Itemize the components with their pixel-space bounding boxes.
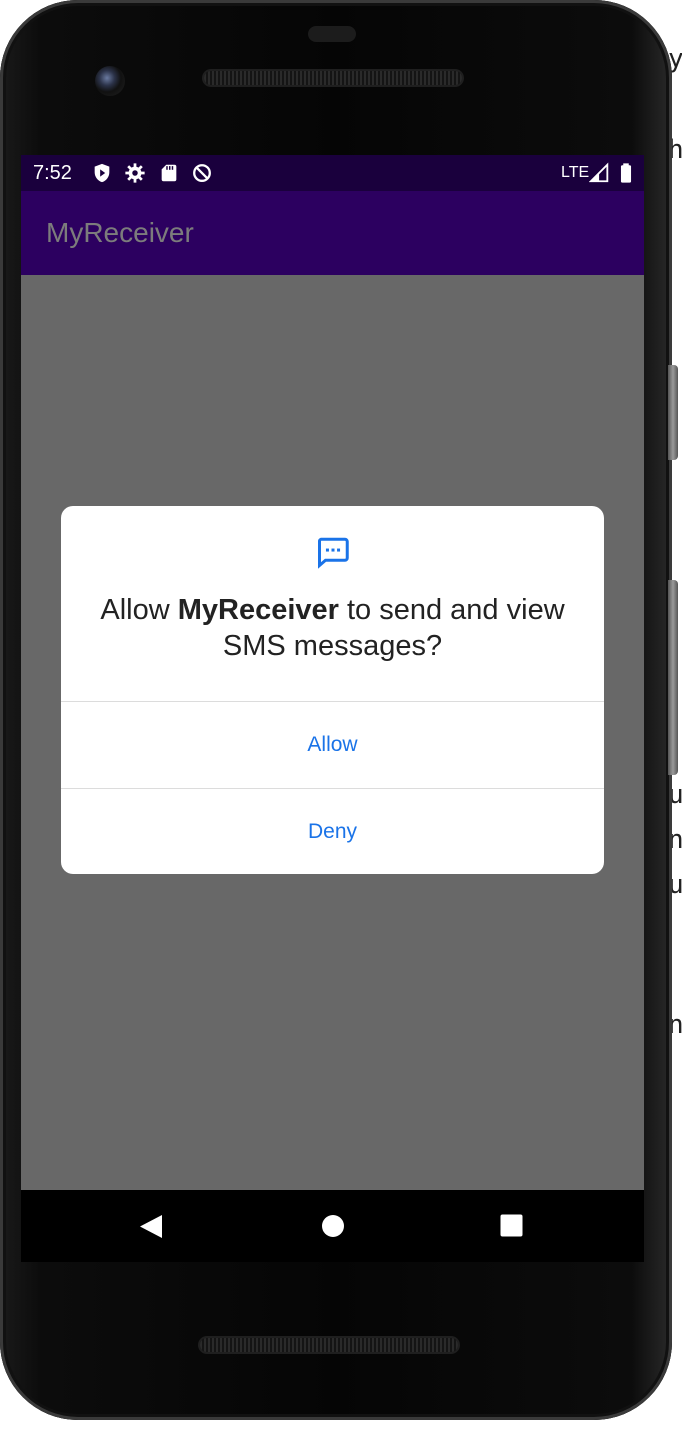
app-title: MyReceiver <box>46 217 194 248</box>
app-bar: MyReceiver <box>21 191 644 275</box>
sd-card-icon <box>161 164 177 182</box>
deny-button[interactable]: Deny <box>61 789 604 874</box>
message-app-name: MyReceiver <box>177 594 339 626</box>
battery-icon <box>620 163 632 183</box>
signal-icon <box>589 162 609 183</box>
power-button[interactable] <box>668 365 678 460</box>
do-not-disturb-icon <box>193 164 211 182</box>
shield-play-icon <box>94 163 110 183</box>
sms-message-icon <box>318 537 349 569</box>
home-icon[interactable] <box>321 1214 345 1238</box>
recents-icon[interactable] <box>500 1214 523 1237</box>
message-prefix: Allow <box>100 594 178 626</box>
bottom-speaker-grille <box>200 1338 458 1352</box>
permission-message: Allow MyReceiver to send and view SMS me… <box>81 592 584 664</box>
gear-icon <box>125 163 145 183</box>
volume-button[interactable] <box>668 580 678 775</box>
device-screen: 7:52 LTE MyReceiver Allow MyReceiver to … <box>21 155 644 1190</box>
status-bar: 7:52 LTE <box>21 155 644 191</box>
earpiece <box>308 26 356 42</box>
network-type: LTE <box>561 164 590 181</box>
status-time: 7:52 <box>33 162 72 184</box>
back-icon[interactable] <box>139 1214 163 1239</box>
allow-button[interactable]: Allow <box>61 702 604 788</box>
permission-dialog: Allow MyReceiver to send and view SMS me… <box>61 506 604 874</box>
top-speaker-grille <box>204 71 462 85</box>
front-camera-icon <box>95 66 125 96</box>
navigation-bar <box>21 1190 644 1262</box>
